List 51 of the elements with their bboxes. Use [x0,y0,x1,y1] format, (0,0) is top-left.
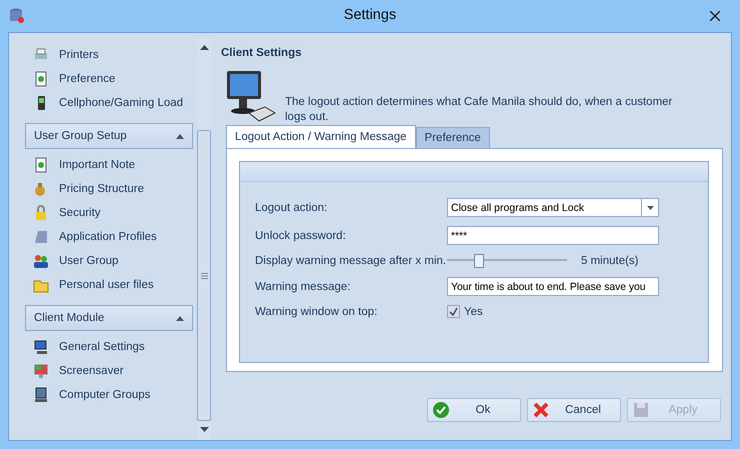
scrollbar[interactable] [197,37,211,440]
checkbox-label: Yes [464,306,483,318]
sidebar-item[interactable]: Important Note [17,153,193,177]
sidebar-item[interactable]: Screensaver [17,359,193,383]
field-label: Unlock password: [255,230,347,242]
group-header[interactable]: Client Module [25,305,193,331]
database-icon [8,7,26,25]
lock-icon [33,205,49,221]
sidebar-item[interactable]: Personal user files [17,273,193,297]
input-field[interactable]: Your time is about to end. Please save you [447,277,659,296]
sidebar-item[interactable]: Printers [17,43,193,67]
sidebar-item[interactable]: Preference [17,67,193,91]
tab[interactable]: Logout Action / Warning Message [226,125,416,148]
logout-dropdown[interactable]: Close all programs and Lock [447,198,659,217]
sidebar-item[interactable]: Computer Groups [17,383,193,407]
sidebar-item[interactable]: Cellphone/Gaming Load [17,91,193,115]
input-field[interactable]: **** [447,226,659,245]
window-icon [33,229,49,245]
check-icon [432,401,450,419]
grip-icon [200,272,208,278]
field-label: Logout action: [255,202,328,214]
section-title: Client Settings [221,47,303,59]
field-label: Warning message: [255,280,352,292]
dialog-button[interactable]: Ok [427,398,521,422]
save-icon [632,401,650,419]
caret-icon [646,206,654,210]
slider[interactable] [447,254,567,268]
computer-icon [33,387,49,403]
users-icon [33,253,49,269]
group-header[interactable]: User Group Setup [25,123,193,149]
document-icon [33,71,49,87]
dialog-button[interactable]: Cancel [527,398,621,422]
sidebar-item[interactable]: Pricing Structure [17,177,193,201]
slider-reading: 5 minute(s) [581,255,639,267]
field-label: Display warning message after x min. [255,255,447,267]
window-title: Settings [344,7,396,23]
field-label: Warning window on top: [255,306,378,318]
close-icon [532,401,550,419]
sidebar-item[interactable]: User Group [17,249,193,273]
computer-icon [33,339,49,355]
scroll-down-icon [200,427,208,432]
description-text: The logout action determines what Cafe Manila should do, when a customer logs out. [285,95,674,125]
sidebar-item[interactable]: Application Profiles [17,225,193,249]
monitor-icon [33,363,49,379]
checkbox[interactable] [447,305,460,318]
scroll-up-icon [200,45,208,50]
document-icon [33,157,49,173]
sidebar-item[interactable]: Security [17,201,193,225]
close-icon [710,11,720,21]
tab[interactable]: Preference [416,127,490,148]
sidebar-item[interactable]: General Settings [17,335,193,359]
